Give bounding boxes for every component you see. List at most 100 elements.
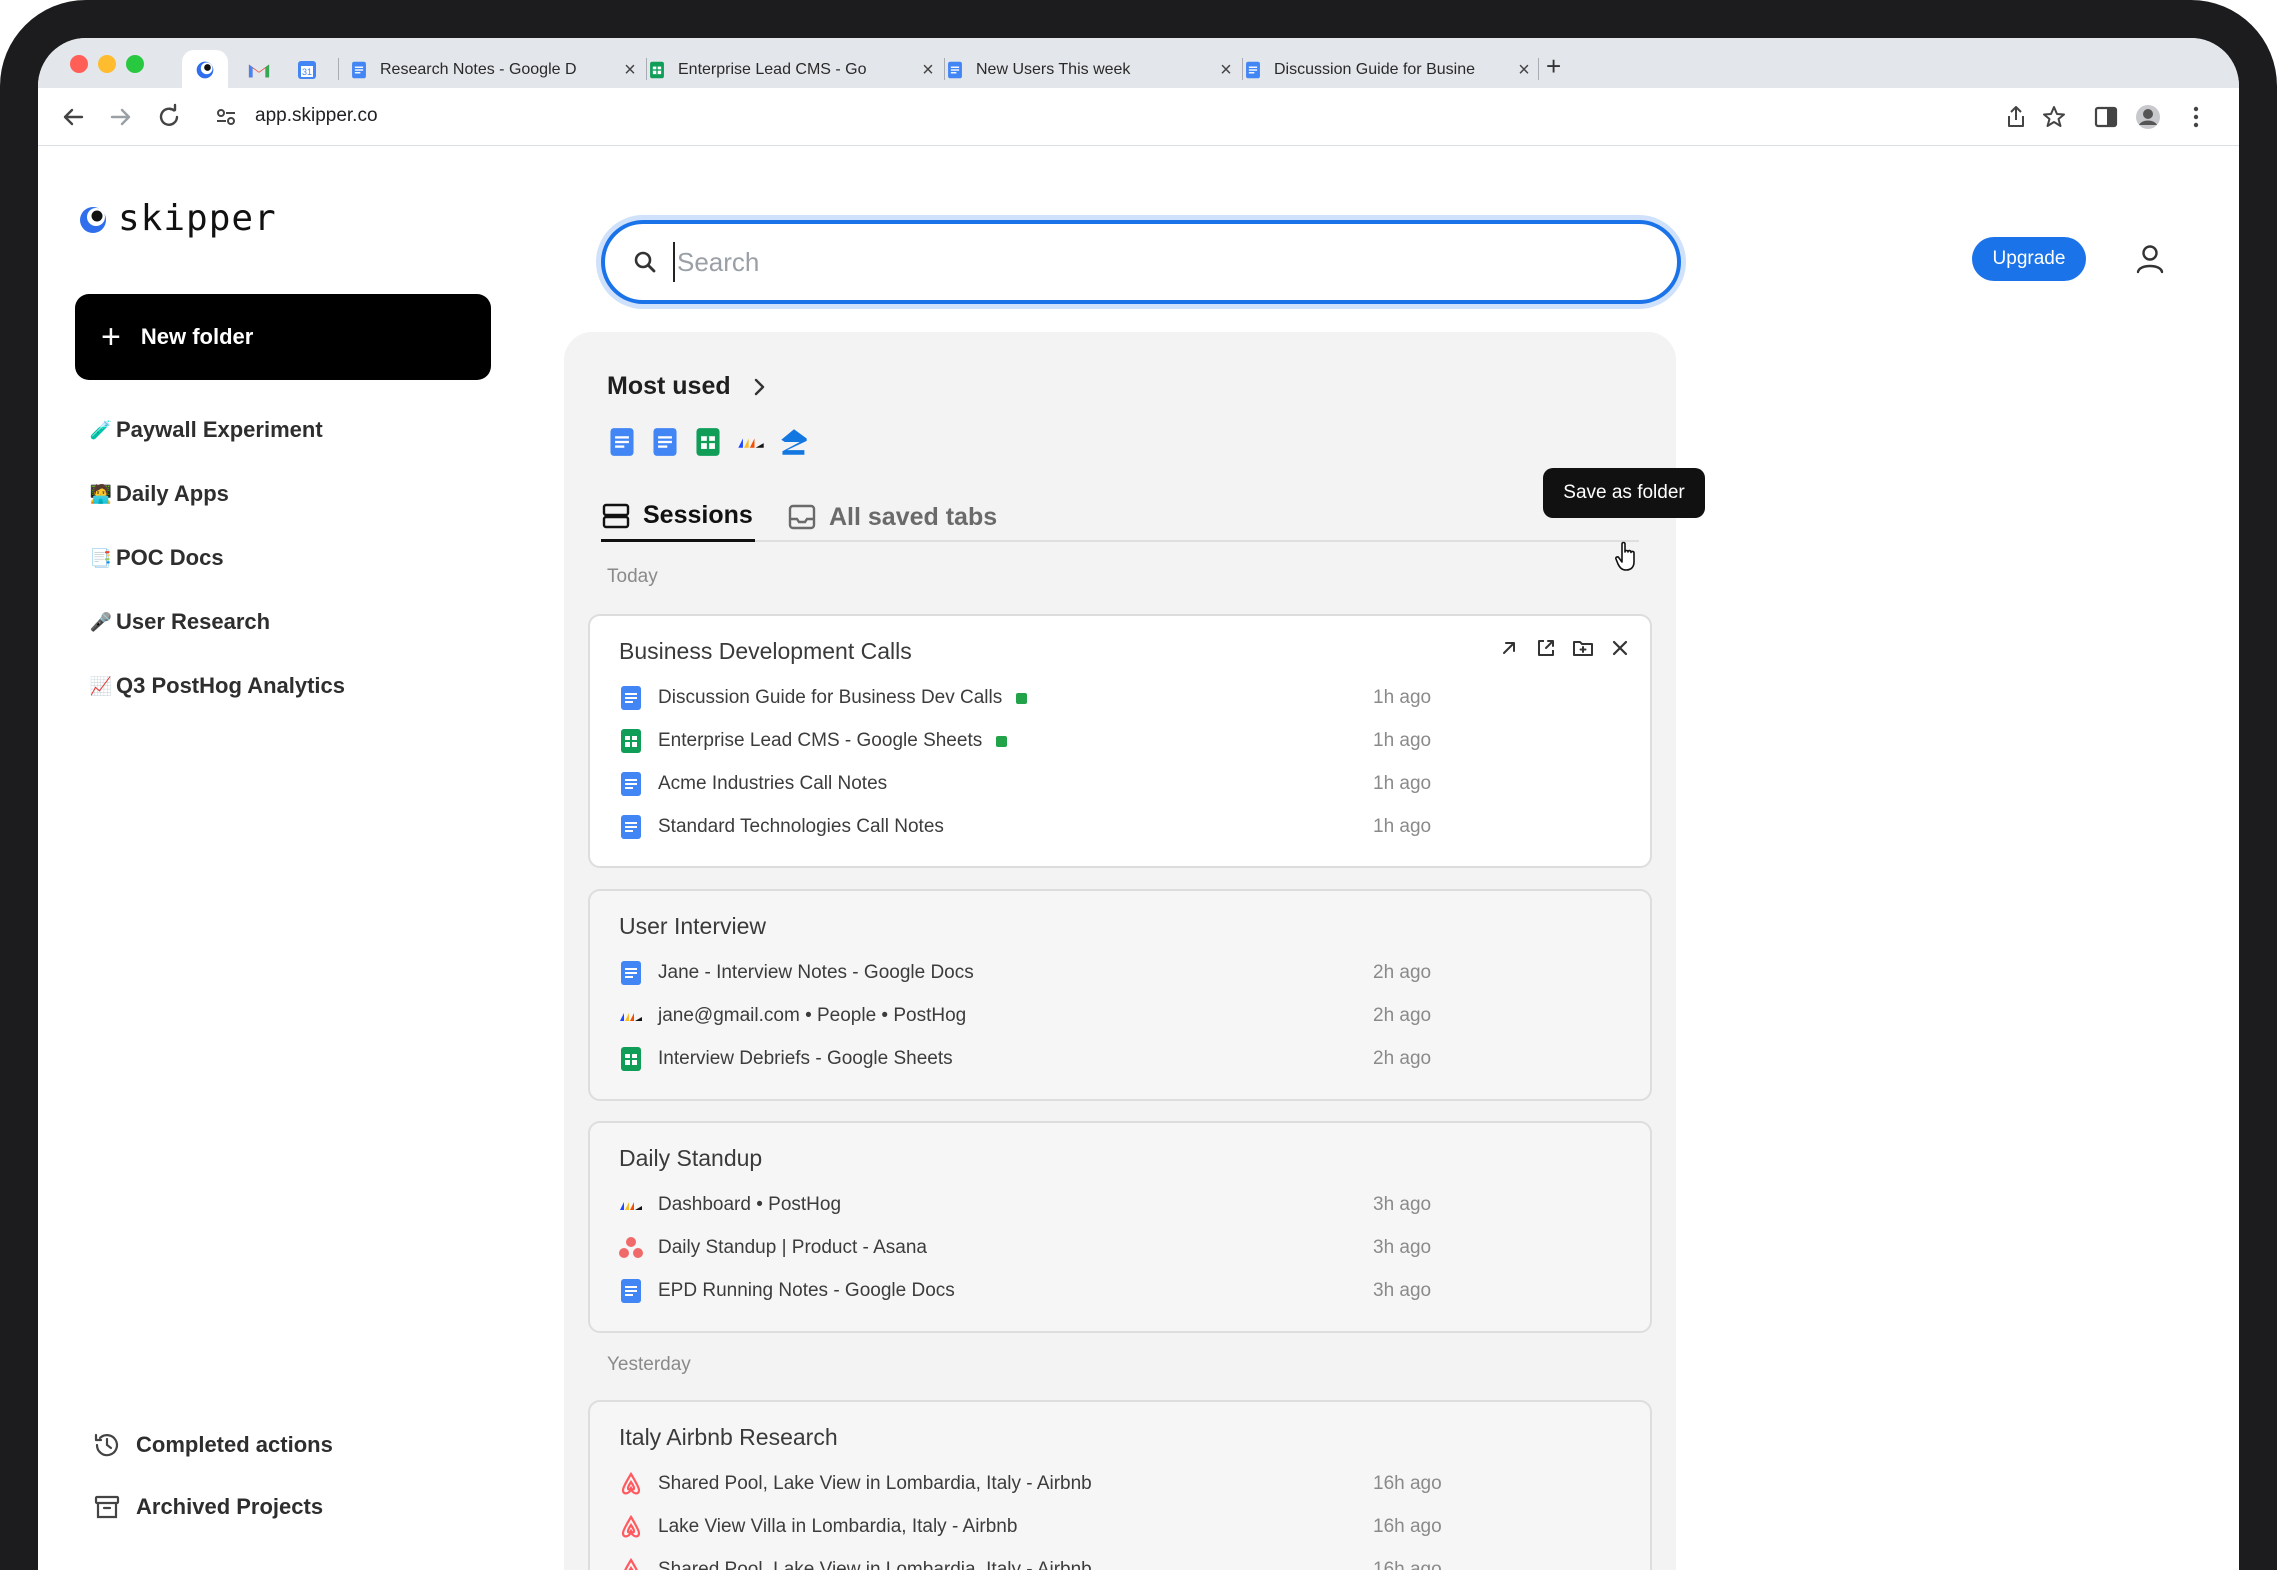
tab-time: 1h ago [1373,773,1432,794]
session-tab-row[interactable]: Daily Standup | Product - Asana 3h ago [618,1233,1438,1263]
session-card-business-development-calls[interactable]: Business Development Calls Discussion Gu… [588,614,1652,868]
window-close-button[interactable] [70,55,88,73]
chart-emoji-icon: 📈 [89,675,113,696]
session-tab-row[interactable]: Acme Industries Call Notes 1h ago [618,769,1438,799]
archived-projects-link[interactable]: Archived Projects [92,1476,333,1538]
tab-sessions[interactable]: Sessions [601,492,755,542]
session-tab-row[interactable]: jane@gmail.com • People • PostHog 2h ago [618,1001,1438,1031]
session-card-daily-standup[interactable]: Daily Standup Dashboard • PostHog 3h ago… [588,1121,1652,1333]
open-tab-indicator [1016,692,1028,704]
close-icon[interactable]: × [918,60,938,80]
new-folder-button[interactable]: + New folder [75,294,491,380]
gmail-icon [248,64,270,78]
upgrade-button[interactable]: Upgrade [1972,237,2086,281]
browser-tab-skipper[interactable] [182,50,228,90]
close-icon[interactable]: × [1216,60,1236,80]
browser-tab-4[interactable]: Discussion Guide for Busine × [1244,50,1534,90]
bookmark-star-icon[interactable] [2040,103,2068,131]
browser-tab-calendar[interactable]: 31 [284,50,330,90]
browser-tab-1[interactable]: Research Notes - Google D × [350,50,640,90]
archive-icon [94,1495,120,1519]
skipper-app: skipper + New folder 🧪 Paywall Experimen… [38,146,2239,1570]
google-docs-icon [946,60,964,80]
profile-icon[interactable] [2134,103,2162,131]
tab-all-saved-tabs[interactable]: All saved tabs [787,492,997,542]
browser-tab-2[interactable]: Enterprise Lead CMS - Go × [648,50,938,90]
window-minimize-button[interactable] [98,55,116,73]
posthog-icon [618,1192,644,1218]
session-tab-row[interactable]: EPD Running Notes - Google Docs 3h ago [618,1276,1438,1306]
new-tab-button[interactable]: + [1546,52,1561,80]
browser-tab-gmail[interactable] [236,50,282,90]
site-settings-icon[interactable] [213,104,239,130]
tab-label: Sessions [643,501,753,529]
session-tab-row[interactable]: Shared Pool, Lake View in Lombardia, Ita… [618,1555,1442,1570]
close-icon[interactable]: × [1514,60,1534,80]
folder-item-poc-docs[interactable]: 📑 POC Docs [88,526,345,590]
folder-item-user-research[interactable]: 🎤 User Research [88,590,345,654]
tab-time: 1h ago [1373,730,1432,751]
session-tab-row[interactable]: Shared Pool, Lake View in Lombardia, Ita… [618,1469,1442,1499]
folder-item-paywall-experiment[interactable]: 🧪 Paywall Experiment [88,398,345,462]
session-tab-row[interactable]: Lake View Villa in Lombardia, Italy - Ai… [618,1512,1442,1542]
main-panel: Most used Sessions All saved tabs Today … [564,332,1676,1570]
google-docs-icon[interactable] [650,427,680,457]
session-tab-row[interactable]: Enterprise Lead CMS - Google Sheets 1h a… [618,726,1438,756]
side-panel-icon[interactable] [2092,103,2120,131]
plus-icon: + [101,318,121,356]
completed-actions-link[interactable]: Completed actions [92,1414,333,1476]
skipper-logo-icon [80,206,106,233]
open-in-new-window-icon[interactable] [1534,636,1558,660]
session-tab-row[interactable]: Jane - Interview Notes - Google Docs 2h … [618,958,1438,988]
tab-time: 2h ago [1373,962,1432,983]
new-folder-label: New folder [140,324,254,349]
history-icon [94,1433,119,1457]
google-sheets-icon[interactable] [693,427,723,457]
tab-time: 2h ago [1373,1048,1432,1069]
browser-tab-title: Research Notes - Google D [380,61,577,78]
session-card-italy-airbnb-research[interactable]: Italy Airbnb Research Shared Pool, Lake … [588,1400,1652,1570]
save-as-folder-icon[interactable] [1571,636,1595,660]
day-label-today: Today [607,566,658,587]
tab-title: Jane - Interview Notes - Google Docs [658,962,974,983]
session-title: Business Development Calls [619,638,912,664]
session-card-user-interview[interactable]: User Interview Jane - Interview Notes - … [588,889,1652,1101]
google-docs-icon[interactable] [607,427,637,457]
session-tab-row[interactable]: Standard Technologies Call Notes 1h ago [618,812,1438,842]
folder-item-q3-posthog-analytics[interactable]: 📈 Q3 PostHog Analytics [88,654,345,718]
session-tab-row[interactable]: Discussion Guide for Business Dev Calls … [618,683,1438,713]
tab-time: 16h ago [1373,1473,1442,1494]
tab-title: Daily Standup | Product - Asana [658,1237,927,1258]
session-tab-row[interactable]: Dashboard • PostHog 3h ago [618,1190,1438,1220]
user-account-icon[interactable] [2132,241,2168,277]
reload-icon[interactable] [154,102,184,132]
address-bar[interactable]: app.skipper.co [255,105,378,127]
back-arrow-icon[interactable] [58,102,88,132]
share-icon[interactable] [2002,103,2030,131]
tab-title: Interview Debriefs - Google Sheets [658,1048,953,1069]
folder-label: Daily Apps [116,481,229,506]
close-icon[interactable]: × [620,60,640,80]
search-input[interactable] [673,242,1633,282]
tab-time: 16h ago [1373,1516,1442,1537]
search-box[interactable] [601,220,1681,304]
zillow-icon[interactable] [779,427,809,457]
most-used-header[interactable]: Most used [607,372,769,401]
close-icon[interactable] [1608,636,1632,660]
posthog-icon[interactable] [736,427,766,457]
airbnb-icon [618,1514,644,1540]
folder-item-daily-apps[interactable]: 🧑‍💻 Daily Apps [88,462,345,526]
tab-title: Lake View Villa in Lombardia, Italy - Ai… [658,1516,1018,1537]
most-used-icons [607,427,822,457]
tab-title: Shared Pool, Lake View in Lombardia, Ita… [658,1559,1092,1570]
completed-actions-label: Completed actions [136,1432,333,1457]
browser-tab-3[interactable]: New Users This week × [946,50,1236,90]
session-tab-row[interactable]: Interview Debriefs - Google Sheets 2h ag… [618,1044,1438,1074]
google-docs-icon [618,771,644,797]
forward-arrow-icon[interactable] [106,102,136,132]
window-maximize-button[interactable] [126,55,144,73]
open-arrow-icon[interactable] [1497,636,1521,660]
more-menu-icon[interactable] [2182,103,2210,131]
logo-text: skipper [118,198,277,239]
tab-time: 3h ago [1373,1280,1432,1301]
